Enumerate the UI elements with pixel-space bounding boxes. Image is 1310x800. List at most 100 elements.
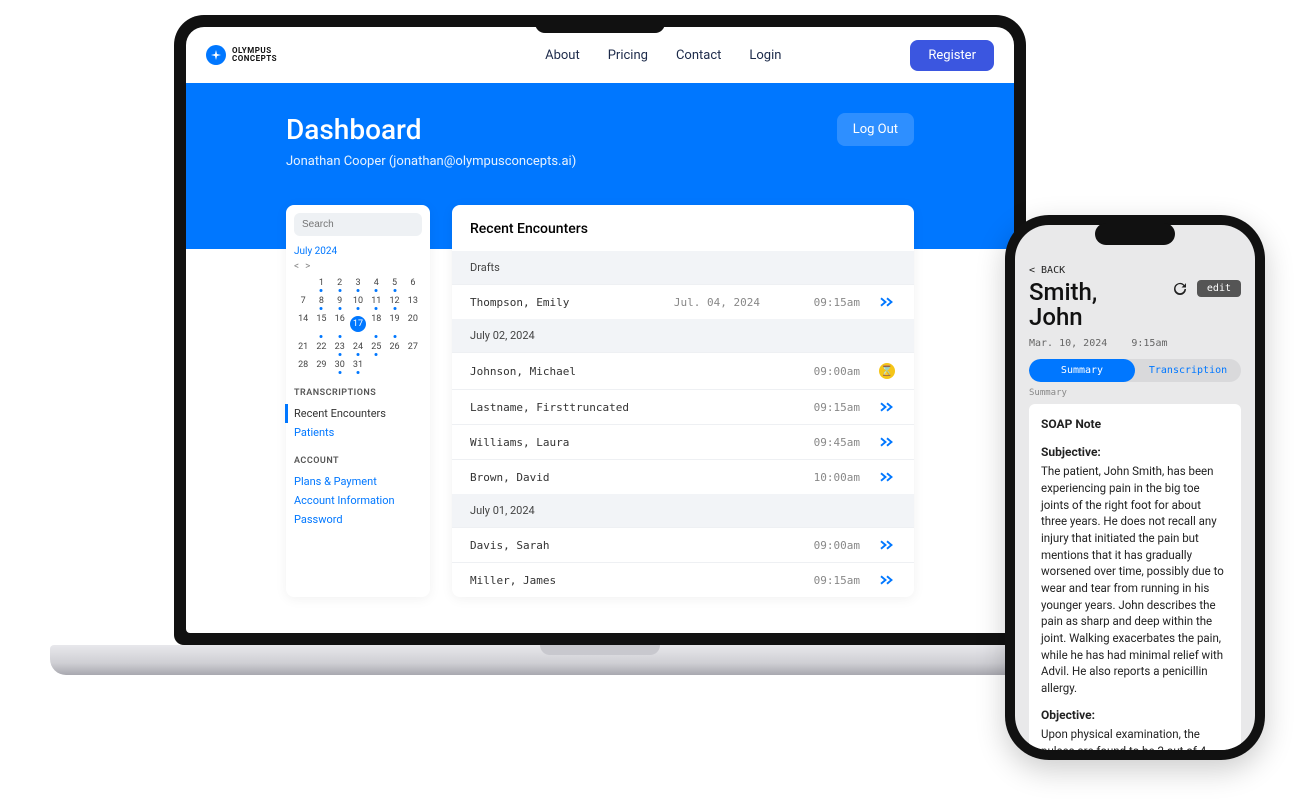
encounter-row[interactable]: Thompson, EmilyJul. 04, 202409:15am (452, 284, 914, 319)
group-header: Drafts (452, 251, 914, 284)
encounter-row[interactable]: Johnson, Michael09:00am⌛ (452, 352, 914, 389)
row-time: 09:15am (800, 401, 860, 414)
tab-sublabel: Summary (1029, 388, 1241, 398)
row-date: Jul. 04, 2024 (674, 296, 760, 309)
calendar-day[interactable]: 8 (312, 292, 330, 310)
sidebar-recent-encounters[interactable]: Recent Encounters (285, 404, 422, 423)
laptop-base (50, 645, 1150, 675)
refresh-icon[interactable] (1171, 280, 1189, 298)
sidebar-card: July 2024 < > 12345678910111213141516171… (286, 205, 430, 597)
calendar-day[interactable]: 14 (294, 310, 312, 338)
meta-date: Mar. 10, 2024 (1029, 338, 1107, 349)
top-nav: OLYMPUS CONCEPTS About Pricing Contact L… (186, 27, 1014, 83)
logo-icon (206, 45, 226, 65)
register-button[interactable]: Register (910, 40, 994, 71)
calendar-day[interactable]: 31 (349, 356, 367, 374)
calendar-day[interactable]: 6 (404, 274, 422, 292)
laptop-bezel: OLYMPUS CONCEPTS About Pricing Contact L… (174, 15, 1026, 645)
calendar-day[interactable]: 9 (331, 292, 349, 310)
encounter-list: DraftsThompson, EmilyJul. 04, 202409:15a… (452, 251, 914, 597)
row-name: Williams, Laura (470, 436, 760, 449)
calendar-prev[interactable]: < (294, 261, 299, 272)
encounters-card: Recent Encounters DraftsThompson, EmilyJ… (452, 205, 914, 597)
encounter-row[interactable]: Lastname, Firsttruncated 09:15am (452, 389, 914, 424)
calendar-month[interactable]: July 2024 (294, 246, 422, 257)
calendar-day[interactable]: 10 (349, 292, 367, 310)
phone-screen: < BACK Smith, John edit Mar. 10, 2024 9:… (1015, 225, 1255, 750)
sidebar-plans[interactable]: Plans & Payment (294, 472, 422, 491)
nav-pricing[interactable]: Pricing (608, 48, 648, 63)
calendar-day[interactable]: 20 (404, 310, 422, 338)
row-name: Johnson, Michael (470, 365, 760, 378)
calendar-day[interactable]: 13 (404, 292, 422, 310)
calendar-day[interactable]: 30 (331, 356, 349, 374)
calendar-next[interactable]: > (305, 261, 310, 272)
laptop-notch (535, 15, 665, 33)
calendar-day[interactable] (385, 356, 403, 374)
calendar-day[interactable]: 27 (404, 338, 422, 356)
row-time: 09:45am (800, 436, 860, 449)
calendar-day[interactable]: 29 (312, 356, 330, 374)
nav-about[interactable]: About (545, 48, 580, 63)
search-input[interactable] (294, 213, 422, 236)
calendar-grid: 1234567891011121314151617181920212223242… (294, 274, 422, 374)
calendar-day[interactable]: 19 (385, 310, 403, 338)
side-section-account: ACCOUNT Plans & Payment Account Informat… (294, 456, 422, 529)
brand-logo[interactable]: OLYMPUS CONCEPTS (206, 45, 277, 65)
calendar-day[interactable]: 12 (385, 292, 403, 310)
calendar-day[interactable]: 21 (294, 338, 312, 356)
calendar-day[interactable]: 15 (312, 310, 330, 338)
calendar-day[interactable]: 24 (349, 338, 367, 356)
calendar-day[interactable]: 4 (367, 274, 385, 292)
encounter-row[interactable]: Davis, Sarah09:00am (452, 527, 914, 562)
nav-links: About Pricing Contact Login (545, 48, 781, 63)
encounter-row[interactable]: Brown, David10:00am (452, 459, 914, 494)
edit-button[interactable]: edit (1197, 280, 1241, 297)
chevron-right-icon (878, 538, 896, 552)
calendar-day[interactable]: 17 (349, 310, 367, 338)
calendar-day[interactable]: 11 (367, 292, 385, 310)
calendar-day[interactable]: 23 (331, 338, 349, 356)
row-time: 09:15am (800, 296, 860, 309)
tab-transcription[interactable]: Transcription (1135, 359, 1241, 382)
calendar-day[interactable] (294, 274, 312, 292)
calendar-day[interactable]: 26 (385, 338, 403, 356)
sidebar-password[interactable]: Password (294, 510, 422, 529)
sidebar-account-info[interactable]: Account Information (294, 491, 422, 510)
encounters-title: Recent Encounters (452, 205, 914, 251)
calendar-day[interactable]: 3 (349, 274, 367, 292)
nav-login[interactable]: Login (749, 48, 781, 63)
back-button[interactable]: < BACK (1029, 265, 1241, 276)
calendar-day[interactable]: 5 (385, 274, 403, 292)
calendar-day[interactable]: 16 (331, 310, 349, 338)
row-time: 09:00am (800, 365, 860, 378)
calendar-day[interactable]: 2 (331, 274, 349, 292)
sidebar-patients[interactable]: Patients (294, 423, 422, 442)
calendar-day[interactable]: 25 (367, 338, 385, 356)
calendar-day[interactable] (404, 356, 422, 374)
calendar-day[interactable]: 22 (312, 338, 330, 356)
nav-contact[interactable]: Contact (676, 48, 721, 63)
calendar-nav: < > (294, 261, 422, 272)
subjective-label: Subjective: (1041, 444, 1229, 461)
objective-label: Objective: (1041, 707, 1229, 724)
calendar-day[interactable]: 18 (367, 310, 385, 338)
chevron-right-icon (878, 470, 896, 484)
calendar-day[interactable]: 1 (312, 274, 330, 292)
chevron-right-icon (878, 435, 896, 449)
logout-button[interactable]: Log Out (837, 113, 914, 146)
calendar-day[interactable]: 28 (294, 356, 312, 374)
calendar-day[interactable]: 7 (294, 292, 312, 310)
row-name: Lastname, Firsttruncated (470, 401, 760, 414)
group-header: July 01, 2024 (452, 494, 914, 527)
patient-name: Smith, John (1029, 280, 1163, 330)
transcriptions-label: TRANSCRIPTIONS (294, 388, 422, 398)
row-time: 09:15am (800, 574, 860, 587)
tab-summary[interactable]: Summary (1029, 359, 1135, 382)
calendar-day[interactable] (367, 356, 385, 374)
encounter-row[interactable]: Williams, Laura 09:45am (452, 424, 914, 459)
soap-note[interactable]: SOAP Note Subjective: The patient, John … (1029, 404, 1241, 750)
account-label: ACCOUNT (294, 456, 422, 466)
row-name: Davis, Sarah (470, 539, 760, 552)
encounter-row[interactable]: Miller, James09:15am (452, 562, 914, 597)
